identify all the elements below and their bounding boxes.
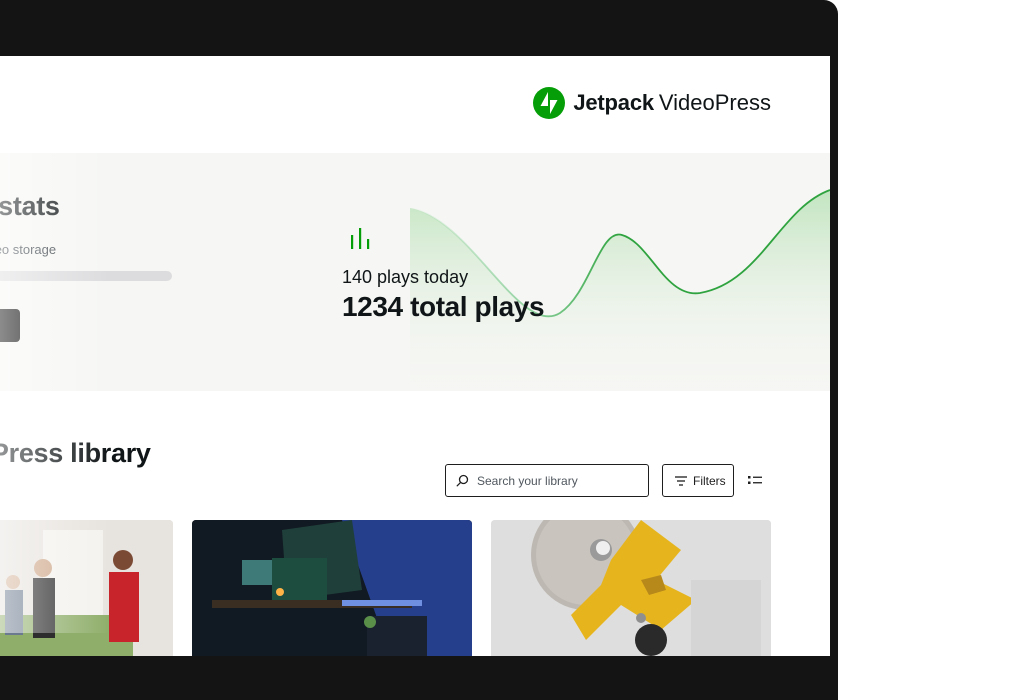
storage-label: ud video storage — [0, 242, 57, 257]
library-title: eoPress library — [0, 438, 151, 468]
video-card[interactable] — [491, 520, 771, 656]
list-view-button[interactable] — [747, 473, 765, 487]
stats-title: eo stats — [0, 191, 60, 221]
brand-name-regular: VideoPress — [658, 90, 771, 115]
filter-icon — [675, 475, 687, 486]
filters-label: Filters — [693, 473, 726, 488]
search-icon — [456, 474, 469, 487]
list-view-icon — [748, 476, 762, 484]
screen: Jetpack VideoPress stats o storage 140 p… — [0, 56, 830, 656]
video-card[interactable] — [192, 520, 472, 656]
search-input[interactable] — [477, 473, 647, 488]
jetpack-bolt-icon — [533, 87, 566, 119]
bar-chart-icon — [351, 228, 370, 249]
search-box[interactable] — [445, 464, 649, 497]
plays-today: 140 plays today — [342, 267, 469, 287]
video-thumbnail-sculpture — [491, 520, 771, 656]
brand-name-bold: Jetpack — [573, 90, 654, 115]
video-card[interactable] — [0, 520, 173, 656]
top-bar: Jetpack VideoPress — [0, 56, 830, 153]
brand-name: Jetpack VideoPress — [573, 90, 771, 116]
video-thumbnail-desk-monitors — [192, 520, 472, 656]
stats-panel: eo stats ud video storage 140 plays toda… — [0, 153, 830, 391]
video-thumbnail-people-table — [0, 520, 173, 656]
storage-progress-bar — [0, 271, 172, 281]
filters-button[interactable]: Filters — [662, 464, 734, 497]
upgrade-button[interactable] — [0, 309, 20, 342]
total-plays: 1234 total plays — [342, 291, 545, 322]
brand[interactable]: Jetpack VideoPress — [533, 86, 771, 120]
